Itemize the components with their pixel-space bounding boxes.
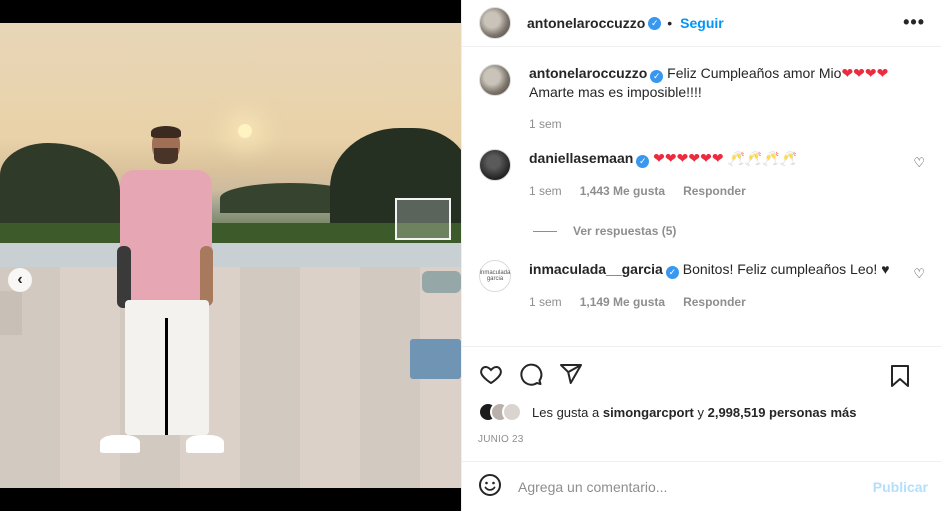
reply-button[interactable]: Responder <box>683 184 746 198</box>
pink-shirt <box>120 170 212 302</box>
author-username[interactable]: antonelaroccuzzo <box>527 15 645 31</box>
comment-body: daniellasemaan ✓ ❤❤❤❤❤❤ 🥂🥂🥂🥂 1 sem 1,443 M… <box>529 149 797 200</box>
comment-body: inmaculada__garcia ✓ Bonitos! Feliz cumpl… <box>529 260 890 311</box>
comment-meta: 1 sem 1,443 Me gusta Responder <box>529 182 797 200</box>
cushion <box>422 271 461 293</box>
bookmark-icon[interactable] <box>887 363 913 389</box>
instagram-post-modal: ‹ antonelaroccuzzo ✓ • Seguir ••• antone… <box>0 0 941 511</box>
caption-meta: 1 sem <box>529 115 888 133</box>
comment-text: Bonitos! Feliz cumpleaños Leo! ♥ <box>682 261 890 277</box>
comment-likes[interactable]: 1,149 Me gusta <box>580 295 665 309</box>
hair <box>151 126 181 138</box>
chevron-left-icon[interactable]: ‹ <box>8 268 32 292</box>
comment-time[interactable]: 1 sem <box>529 184 562 198</box>
heart-icon[interactable] <box>478 361 504 387</box>
left-arm <box>117 246 131 308</box>
caption-body: antonelaroccuzzo ✓ Feliz Cumpleaños amor … <box>529 64 888 133</box>
verified-icon: ✓ <box>665 266 679 279</box>
left-shoe <box>100 435 140 453</box>
verified-icon: ✓ <box>650 70 664 83</box>
verified-icon: ✓ <box>648 16 662 30</box>
author-avatar[interactable] <box>479 7 511 39</box>
caption: antonelaroccuzzo ✓ Feliz Cumpleaños amor … <box>479 64 925 133</box>
comment-composer: Publicar <box>462 461 941 511</box>
comment: inmaculada garcia inmaculada__garcia ✓ Bo… <box>479 260 925 311</box>
lawn <box>0 223 461 245</box>
comment-likes[interactable]: 1,443 Me gusta <box>580 184 665 198</box>
heart-icon[interactable]: ♡ <box>913 266 925 282</box>
beard <box>154 148 178 164</box>
right-arm <box>200 246 213 306</box>
soccer-goal <box>395 198 451 240</box>
liker-avatar <box>502 402 522 422</box>
verified-icon: ✓ <box>636 155 650 168</box>
separator-dot: • <box>667 15 673 31</box>
likes-summary: Les gusta a simongarcport y 2,998,519 pe… <box>478 402 857 422</box>
caption-username[interactable]: antonelaroccuzzo <box>529 65 647 81</box>
liker-username[interactable]: simongarcport <box>603 405 694 420</box>
white-pants <box>125 300 209 435</box>
comment-text: ❤❤❤❤❤❤ <box>653 150 724 166</box>
post-photo[interactable]: ‹ <box>0 23 461 488</box>
person <box>100 126 225 453</box>
comment-meta: 1 sem 1,149 Me gusta Responder <box>529 293 890 311</box>
commenter-avatar[interactable] <box>479 149 511 181</box>
reply-button[interactable]: Responder <box>683 295 746 309</box>
post-date[interactable]: JUNIO 23 <box>478 434 524 445</box>
caption-text: Feliz Cumpleaños amor Mio <box>667 65 842 81</box>
caption-time[interactable]: 1 sem <box>529 117 562 131</box>
caption-hearts: ❤❤❤❤ <box>841 65 889 81</box>
caption-line2: Amarte mas es imposible!!!! <box>529 84 702 100</box>
follow-button[interactable]: Seguir <box>680 15 724 31</box>
lounger <box>410 339 461 379</box>
share-icon[interactable] <box>558 361 584 387</box>
commenter-username[interactable]: daniellasemaan <box>529 150 633 166</box>
comment-input[interactable] <box>518 478 858 495</box>
avatar-logo-text: inmaculada garcia <box>479 270 511 282</box>
comment-emoji: 🥂🥂🥂🥂 <box>727 150 798 166</box>
more-icon[interactable]: ••• <box>903 12 925 33</box>
view-replies-button[interactable]: Ver respuestas (5) <box>533 224 925 238</box>
likes-prefix: Les gusta a <box>532 404 600 420</box>
stone-deck <box>0 267 461 488</box>
comment-time[interactable]: 1 sem <box>529 295 562 309</box>
bench <box>0 291 22 335</box>
comments-list: antonelaroccuzzo ✓ Feliz Cumpleaños amor … <box>479 64 925 311</box>
heart-icon[interactable]: ♡ <box>913 155 925 171</box>
likes-connector: y <box>697 404 704 420</box>
commenter-avatar[interactable]: inmaculada garcia <box>479 260 511 292</box>
sun <box>238 124 252 138</box>
post-header: antonelaroccuzzo ✓ • Seguir ••• <box>462 0 941 47</box>
comment-icon[interactable] <box>518 361 544 387</box>
commenter-username[interactable]: inmaculada__garcia <box>529 261 663 277</box>
emoji-icon[interactable] <box>478 473 502 500</box>
liker-avatars[interactable] <box>478 402 522 422</box>
caption-avatar[interactable] <box>479 64 511 96</box>
post-button[interactable]: Publicar <box>873 479 928 495</box>
action-bar <box>462 346 941 401</box>
replies-line <box>533 230 557 232</box>
right-shoe <box>186 435 224 453</box>
post-sidebar: antonelaroccuzzo ✓ • Seguir ••• antonela… <box>461 0 941 511</box>
pool <box>0 243 461 267</box>
view-replies-label[interactable]: Ver respuestas (5) <box>573 224 676 238</box>
comment: daniellasemaan ✓ ❤❤❤❤❤❤ 🥂🥂🥂🥂 1 sem 1,443 M… <box>479 149 925 200</box>
likes-count[interactable]: 2,998,519 personas más <box>708 405 857 420</box>
